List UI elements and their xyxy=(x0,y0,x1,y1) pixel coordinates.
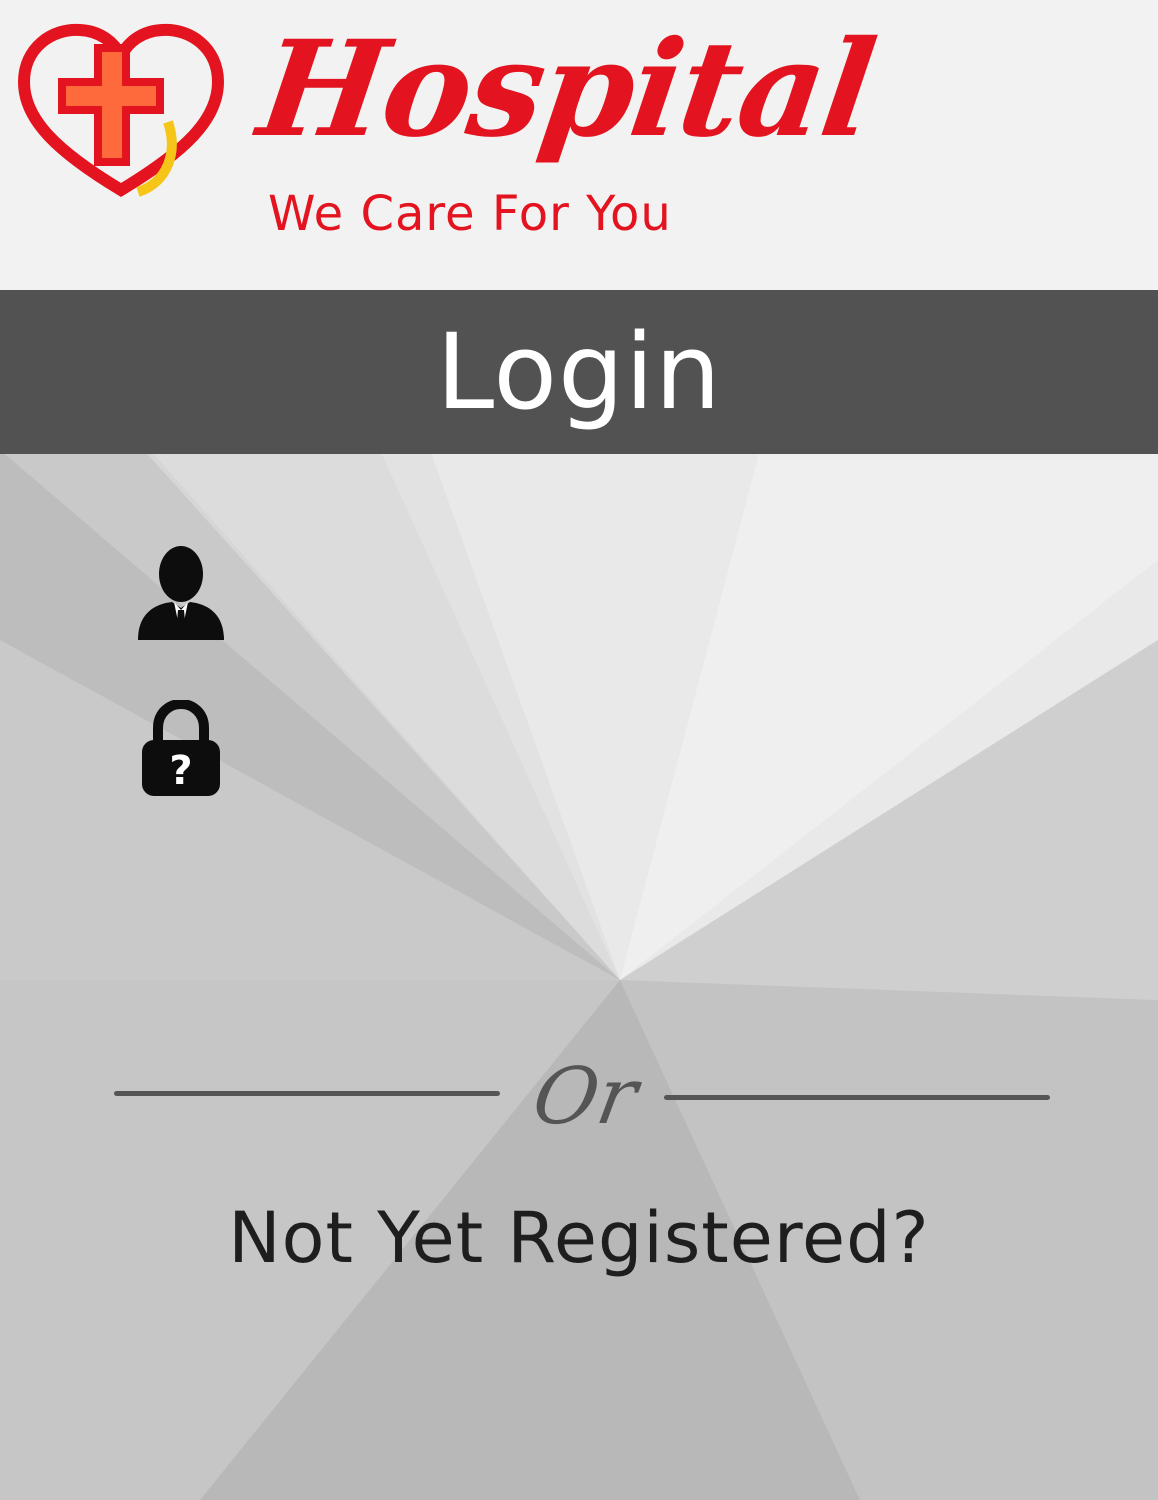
divider-line-right xyxy=(664,1095,1050,1100)
password-input[interactable] xyxy=(266,717,1016,779)
username-row xyxy=(136,544,1016,640)
user-icon xyxy=(138,546,224,640)
or-label: Or xyxy=(526,1052,644,1142)
brand-name: Hospital xyxy=(250,12,883,167)
login-header-bar: Login xyxy=(0,290,1158,454)
svg-text:?: ? xyxy=(169,748,192,794)
password-row: ? xyxy=(136,700,1016,796)
heart-cross-logo xyxy=(18,23,224,198)
register-link[interactable]: Not Yet Registered? xyxy=(0,1188,1158,1288)
username-input[interactable] xyxy=(266,561,1016,623)
lock-question-icon: ? xyxy=(142,700,220,796)
page-title: Login xyxy=(436,311,722,433)
divider-line-left xyxy=(114,1091,500,1096)
brand-tagline: We Care For You xyxy=(268,186,672,242)
header: Hospital We Care For You xyxy=(0,0,1158,290)
or-divider: Or xyxy=(114,1052,1050,1148)
